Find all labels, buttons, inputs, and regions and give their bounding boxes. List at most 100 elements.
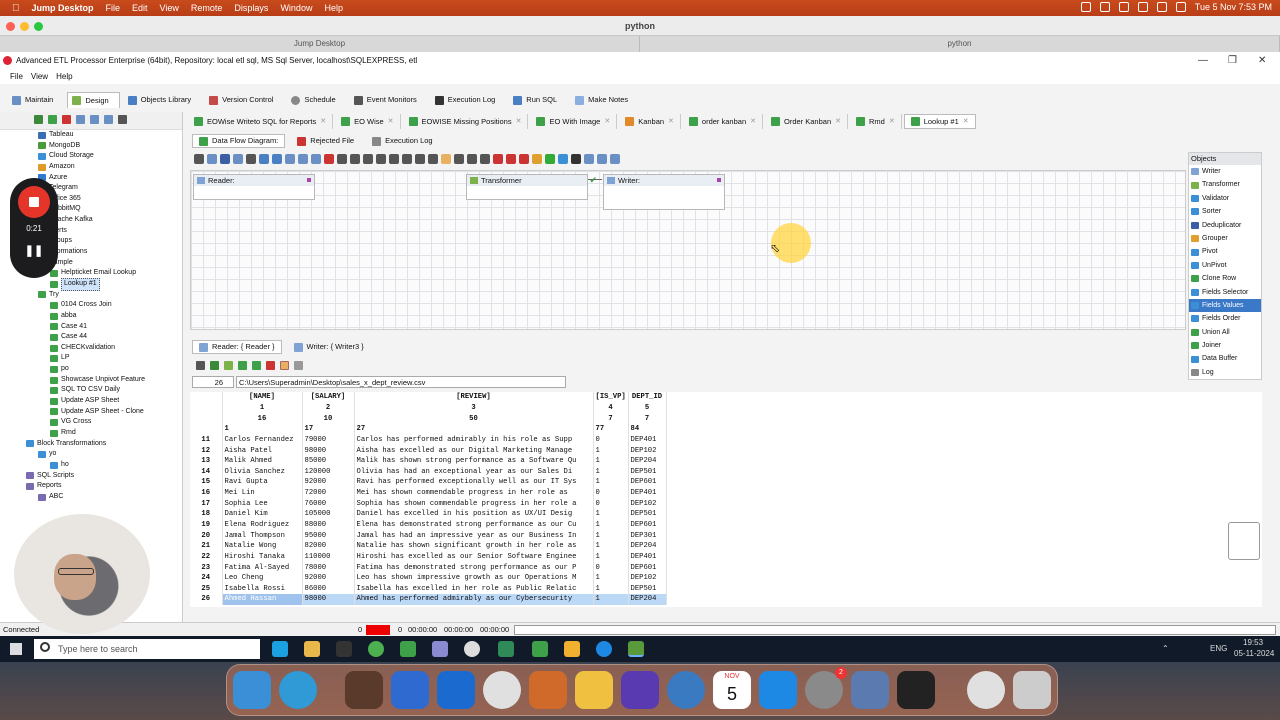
find-icon[interactable] [480,154,490,164]
doc-tab[interactable]: EOWISE Missing Positions ✕ [403,114,529,129]
print-icon[interactable] [196,360,205,370]
tab-make-notes[interactable]: Make Notes [571,92,638,108]
edge-icon[interactable] [272,641,288,657]
remote-app-icon[interactable] [851,671,889,709]
zoom-window-icon[interactable] [34,22,43,31]
tree-item[interactable]: Reports [0,481,182,492]
tree-item[interactable]: LP [0,353,182,364]
object-item[interactable]: Clone Row [1189,272,1261,285]
safari-icon[interactable] [279,671,317,709]
writer-node[interactable]: Writer: [603,174,725,210]
redo-icon[interactable] [272,154,282,164]
paste-icon[interactable] [311,154,321,164]
table-row[interactable]: 15 Ravi Gupta 92000 Ravi has performed exce… [190,477,667,488]
broom-app-icon[interactable] [345,671,383,709]
doc-tab[interactable]: EO Wise ✕ [335,114,401,129]
tab-data-flow-diagram[interactable]: Data Flow Diagram: [192,134,286,148]
align-middle-icon[interactable] [402,154,412,164]
doc-tab[interactable]: Kanban ✕ [619,114,681,129]
snap-icon[interactable] [441,154,451,164]
tree-item[interactable]: Tableau [0,130,182,141]
doc-tab[interactable]: Lookup #1 ✕ [903,114,976,129]
app-menu-jump-desktop[interactable]: Jump Desktop [32,3,94,13]
tree-item[interactable]: Rmd [0,428,182,439]
object-item[interactable]: Data Buffer [1189,352,1261,365]
wifi-icon[interactable] [1137,2,1148,12]
cloud-app-icon[interactable] [759,671,797,709]
tree-item[interactable]: Block Transformations [0,439,182,450]
table-row[interactable]: 23 Fatima Al-Sayed 78000 Fatima has demonst… [190,562,667,573]
file-explorer-icon[interactable] [304,641,320,657]
menu-edit[interactable]: Edit [132,3,148,13]
object-item[interactable]: Validator [1189,192,1261,205]
pause-icon[interactable]: ❚❚ [10,244,58,257]
data-flow-canvas[interactable]: Reader: Transformer ✔ Writer: ⬁ [190,170,1186,330]
tab-writer-config[interactable]: Writer: { Writer3 } [288,340,370,354]
doc-tab[interactable]: Rmd ✕ [850,114,902,129]
tree-item[interactable]: Showcase Unpivot Feature [0,375,182,386]
minimize-window-icon[interactable] [20,22,29,31]
doc-tab[interactable]: Order Kanban ✕ [765,114,848,129]
refresh-icon[interactable] [210,360,219,370]
taskbar-language[interactable]: ENG [1210,644,1227,653]
tab-execution-log-sub[interactable]: Execution Log [366,134,439,148]
run-icon[interactable] [545,154,555,164]
object-item[interactable]: Deduplicator [1189,219,1261,232]
taskbar-time[interactable]: 19:53 [1243,638,1263,647]
close-tab-icon[interactable]: ✕ [750,114,756,129]
tree-item[interactable]: Amazon [0,162,182,173]
etl-taskbar-icon[interactable] [400,641,416,657]
close-tab-icon[interactable]: ✕ [835,114,841,129]
doc-tab[interactable]: order kanban ✕ [683,114,763,129]
tray-arrow-icon[interactable]: ⌃ [1162,644,1169,653]
calendar-icon[interactable] [493,154,503,164]
menu-file[interactable]: File [106,3,121,13]
object-item[interactable]: Fields Order [1189,312,1261,325]
table-row[interactable]: 22 Hiroshi Tanaka 110000 Hiroshi has excell… [190,551,667,563]
close-tab-icon[interactable]: ✕ [388,114,394,129]
tree-item[interactable]: SQL TO CSV Daily [0,385,182,396]
connector-icon[interactable] [717,178,721,182]
green-app-icon[interactable] [532,641,548,657]
tree-item[interactable]: Cloud Storage [0,151,182,162]
blue-app-icon[interactable] [596,641,612,657]
chrome-icon[interactable] [368,641,384,657]
tree-item[interactable]: CHECKvalidation [0,343,182,354]
object-item[interactable]: UnPivot [1189,259,1261,272]
tab-reader-config[interactable]: Reader: { Reader } [192,340,282,354]
tab-run-sql[interactable]: Run SQL [509,92,567,108]
object-item[interactable]: Sorter [1189,205,1261,218]
menu-clock[interactable]: Tue 5 Nov 7:53 PM [1195,2,1272,12]
table-row[interactable]: 18 Daniel Kim 105000 Daniel has excelled in… [190,509,667,520]
zoom-in-icon[interactable] [584,154,594,164]
tree-item[interactable]: Case 41 [0,322,182,333]
doc-tab[interactable]: EO With Image ✕ [530,114,618,129]
wallet-app-icon[interactable] [529,671,567,709]
object-item[interactable]: Writer [1189,165,1261,178]
excel-icon[interactable] [498,641,514,657]
table-row[interactable]: 21 Natalie Wong 82000 Natalie has shown sig… [190,540,667,552]
cut-icon[interactable] [285,154,295,164]
tab-version-control[interactable]: Version Control [205,92,283,108]
app-restore-icon[interactable]: ❐ [1228,52,1237,70]
gear-status-icon[interactable] [1080,2,1091,12]
field-number-row[interactable]: 12345 [190,402,667,414]
align-center-icon[interactable] [363,154,373,164]
app-minimize-icon[interactable]: — [1198,52,1208,70]
tab-design[interactable]: Design [67,92,120,108]
table-row[interactable]: 24 Leo Cheng 92000 Leo has shown impressive… [190,572,667,584]
bbedit-icon[interactable] [621,671,659,709]
doc-tab[interactable]: EOWise Writeto SQL for Reports ✕ [188,114,334,129]
save-as-icon[interactable] [233,154,243,164]
add-field-icon[interactable] [252,360,261,370]
floating-notes-icon[interactable] [1228,522,1260,560]
table-row[interactable]: 12 Aisha Patel 98000 Aisha has excelled as … [190,445,667,456]
close-tab-icon[interactable]: ✕ [668,114,674,129]
data-preview-grid[interactable]: [NAME] [SALARY] [REVIEW] [IS_VP] DEPT_ID 1 2 3 4… [190,392,1262,607]
person-app-icon[interactable] [667,671,705,709]
close-tab-icon[interactable]: ✕ [604,114,610,129]
object-item[interactable]: Log [1189,366,1261,379]
yellow-app-icon[interactable] [564,641,580,657]
tree-item[interactable]: ho [0,460,182,471]
jump-tab-python[interactable]: python [640,36,1280,52]
